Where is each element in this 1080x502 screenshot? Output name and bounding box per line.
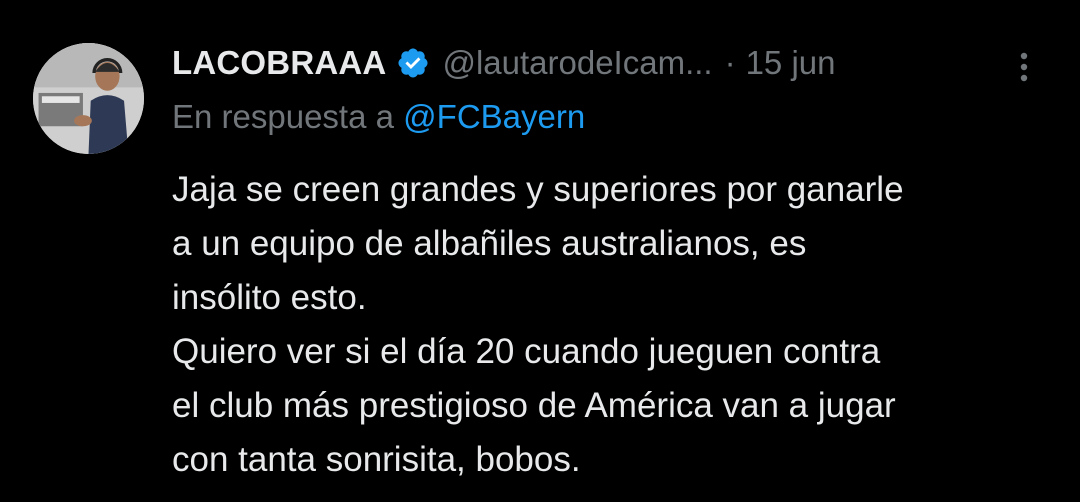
verified-badge-icon[interactable]: [396, 46, 430, 80]
tweet-text-line: con tanta sonrisita, bobos.: [172, 440, 581, 479]
reply-context: En respuesta a @FCBayern: [172, 98, 585, 136]
reply-to-handle-link[interactable]: @FCBayern: [403, 98, 585, 135]
tweet-text-line: insólito esto.: [172, 278, 367, 317]
tweet-header: LACOBRAAA @lautarodeIcam... · 15 jun: [172, 38, 836, 88]
tweet-text-line: el club más prestigioso de América van a…: [172, 386, 896, 425]
more-options-icon[interactable]: [1006, 47, 1042, 87]
reply-prefix: En respuesta a: [172, 98, 394, 135]
display-name[interactable]: LACOBRAAA: [172, 44, 386, 82]
avatar[interactable]: [33, 43, 144, 154]
user-handle[interactable]: @lautarodeIcam...: [442, 44, 712, 82]
separator-dot: ·: [724, 44, 736, 81]
tweet[interactable]: LACOBRAAA @lautarodeIcam... · 15 jun En …: [0, 0, 1080, 502]
tweet-text-line: a un equipo de albañiles australianos, e…: [172, 224, 807, 263]
tweet-text-line: Quiero ver si el día 20 cuando jueguen c…: [172, 332, 881, 371]
avatar-image: [33, 43, 144, 154]
tweet-text-line: Jaja se creen grandes y superiores por g…: [172, 170, 904, 209]
tweet-text: Jaja se creen grandes y superiores por g…: [172, 163, 1052, 487]
tweet-date[interactable]: 15 jun: [746, 44, 836, 82]
